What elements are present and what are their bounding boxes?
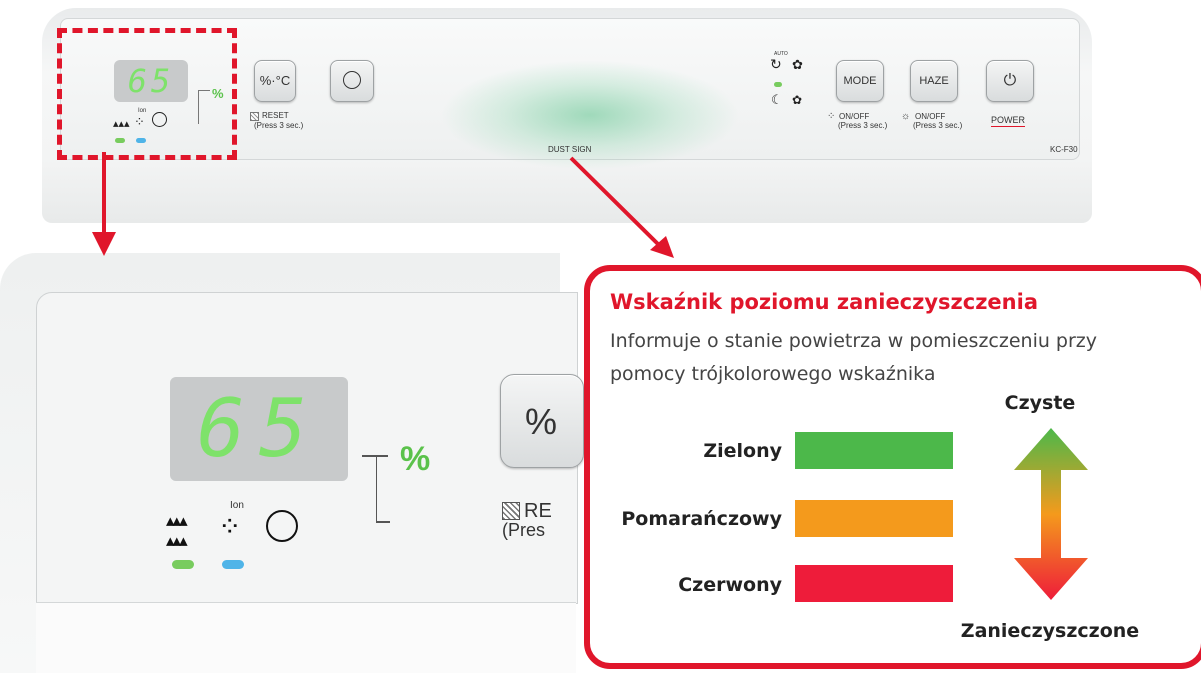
reset-hatch-icon — [250, 112, 259, 121]
timer-button-icon — [343, 71, 361, 89]
auto-led — [774, 82, 782, 87]
level-label-green: Zielony — [703, 440, 782, 462]
ion-on-off-hint: (Press 3 sec.) — [838, 121, 888, 130]
ion-on-off-label: ON/OFF — [839, 112, 870, 121]
zoomed-timer-icon — [266, 510, 298, 542]
zoomed-percent-bracket-top — [362, 455, 388, 457]
fan-icon: ✿ — [792, 57, 803, 72]
power-label: POWER — [991, 115, 1026, 127]
ion-toggle-icon: ⁘ — [827, 111, 836, 122]
info-description-line2: pomocy trójkolorowego wskaźnika — [610, 363, 936, 385]
zoomed-humidity-display: 65 — [170, 377, 348, 481]
zoomed-percent-symbol: % — [400, 440, 431, 478]
reset-hint: (Press 3 sec.) — [254, 121, 304, 130]
zoomed-humidify-icon: ▴▴▴ ▴▴▴ — [166, 511, 188, 550]
zoomed-reset-hatch-icon — [502, 502, 520, 520]
dust-sign-label: DUST SIGN — [548, 145, 592, 154]
dust-sign-connector-arrowhead — [650, 236, 674, 258]
haze-on-off-hint: (Press 3 sec.) — [913, 121, 963, 130]
info-title: Wskaźnik poziomu zanieczyszczenia — [610, 290, 1038, 314]
percent-celsius-button[interactable]: %·°C — [254, 60, 296, 102]
haze-on-off-label: ON/OFF — [915, 112, 946, 121]
power-icon: ⏻ — [1003, 72, 1017, 89]
zoomed-percent-bracket-bottom — [376, 521, 390, 523]
clean-polluted-arrow — [1014, 428, 1088, 600]
sleep-icon: ☾ — [771, 92, 783, 107]
level-bar-green — [795, 432, 953, 469]
clean-label: Czyste — [1004, 392, 1076, 414]
reset-label: RESET — [262, 111, 289, 120]
polluted-label: Zanieczyszczone — [960, 620, 1140, 642]
zoomed-humidify-led — [172, 560, 194, 569]
zoomed-ion-icon: ⁘ — [218, 511, 242, 542]
fan-low-icon: ✿ — [792, 93, 803, 107]
haze-button[interactable]: HAZE — [910, 60, 958, 102]
level-label-orange: Pomarańczowy — [621, 508, 782, 530]
zoomed-percent-bracket — [376, 455, 389, 523]
auto-icon: ↻ — [770, 56, 782, 72]
zoomed-percent-celsius-button[interactable]: % — [500, 374, 584, 468]
model-label: KC-F30 — [1050, 145, 1078, 154]
level-label-red: Czerwony — [678, 574, 782, 596]
sun-icon: ☼ — [901, 111, 911, 122]
power-button[interactable]: ⏻ — [986, 60, 1034, 102]
zoomed-ion-led — [222, 560, 244, 569]
info-description-line1: Informuje o stanie powietrza w pomieszcz… — [610, 330, 1098, 352]
highlight-box — [57, 28, 237, 160]
mode-button[interactable]: MODE — [836, 60, 884, 102]
zoomed-reset-hint: (Pres — [502, 520, 546, 540]
timer-button[interactable] — [330, 60, 374, 102]
level-bar-red — [795, 565, 953, 602]
zoomed-panel-lower — [36, 602, 576, 673]
level-bar-orange — [795, 500, 953, 537]
